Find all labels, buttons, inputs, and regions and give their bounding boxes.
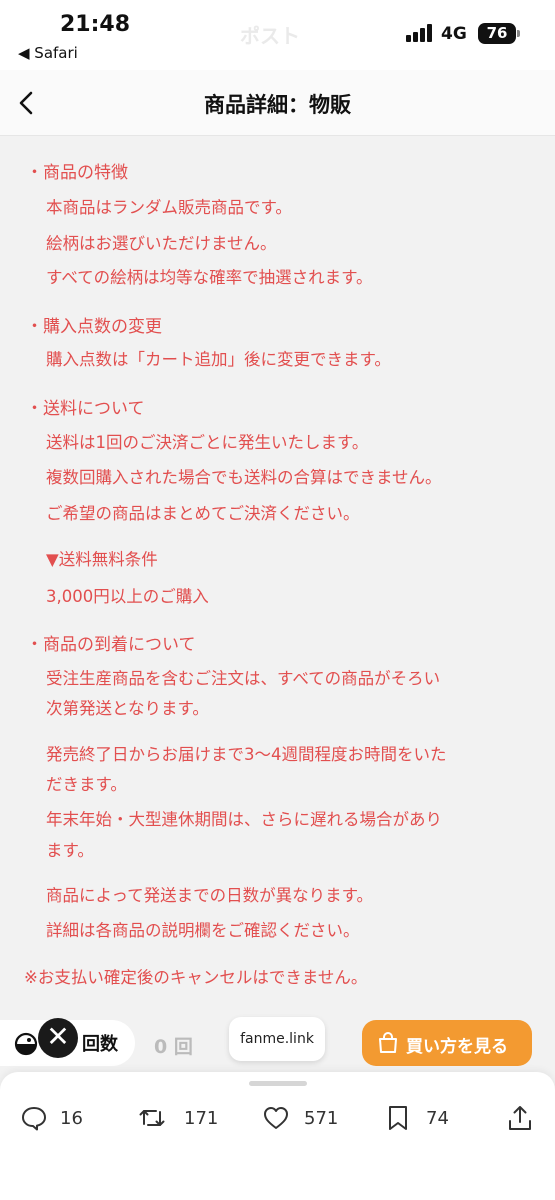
free-shipping-condition: 3,000円以上のご購入	[46, 587, 209, 606]
close-button[interactable]: ✕	[38, 1018, 78, 1058]
repost-icon	[139, 1110, 165, 1126]
post-action-bar: 16 171 571 74	[0, 1072, 555, 1200]
shipping-line: 送料は1回のご決済ごとに発生いたします。	[46, 433, 369, 452]
repost-count: 171	[184, 1108, 219, 1129]
arrival-line: 次第発送となります。	[46, 699, 209, 718]
how-to-buy-label: 買い方を見る	[406, 1037, 508, 1057]
count-label: 回数	[82, 1034, 118, 1055]
back-to-safari-link[interactable]: ◀ Safari	[18, 44, 78, 62]
count-value: 0 回	[154, 1036, 193, 1058]
shopping-bag-icon	[379, 1032, 397, 1053]
features-line: 本商品はランダム販売商品です。	[46, 198, 292, 217]
shipping-heading: ・送料について	[26, 399, 145, 419]
arrival-heading: ・商品の到着について	[26, 635, 196, 655]
cart-icon	[14, 1032, 38, 1056]
arrival-line: 年末年始・大型連休期間は、さらに遅れる場合があり	[46, 810, 442, 829]
faded-post-title: ポスト	[240, 24, 300, 48]
drag-handle[interactable]	[249, 1081, 307, 1086]
like-count: 571	[304, 1108, 339, 1129]
page-header: 商品詳細：物販	[0, 70, 555, 136]
shipping-line: ご希望の商品はまとめてご決済ください。	[46, 504, 360, 523]
arrival-line: 発売終了日からお届けまで3〜4週間程度お時間をいた	[46, 745, 447, 764]
page-title: 商品詳細：物販	[204, 93, 351, 117]
signal-icon	[406, 24, 434, 42]
product-detail-content: ・商品の特徴 本商品はランダム販売商品です。 絵柄はお選びいただけません。 すべ…	[0, 136, 555, 1016]
reply-count: 16	[60, 1108, 83, 1129]
bookmark-icon	[389, 1106, 407, 1130]
site-link-chip[interactable]: fanme.link	[229, 1017, 325, 1061]
arrival-line: 詳細は各商品の説明欄をご確認ください。	[46, 921, 360, 940]
arrival-line: 受注生産商品を含むご注文は、すべての商品がそろい	[46, 669, 441, 688]
bookmark-count: 74	[426, 1108, 449, 1129]
free-shipping-title: ▼送料無料条件	[46, 550, 158, 569]
how-to-buy-button[interactable]: 買い方を見る	[362, 1020, 532, 1066]
heart-icon	[264, 1107, 288, 1129]
cancellation-note: ※お支払い確定後のキャンセルはできません。	[24, 968, 368, 987]
battery-icon: 76	[478, 23, 520, 44]
quantity-heading: ・購入点数の変更	[26, 317, 162, 337]
network-type: 4G	[441, 24, 467, 44]
arrival-line: ます。	[46, 841, 94, 860]
share-icon	[509, 1106, 531, 1130]
reply-icon	[22, 1107, 46, 1131]
arrival-line: 商品によって発送までの日数が異なります。	[46, 886, 374, 905]
features-heading: ・商品の特徴	[26, 163, 128, 183]
quantity-line: 購入点数は「カート追加」後に変更できます。	[46, 350, 391, 369]
shipping-line: 複数回購入された場合でも送料の合算はできません。	[46, 468, 442, 487]
arrival-line: だきます。	[46, 775, 127, 794]
features-line: すべての絵柄は均等な確率で抽選されます。	[46, 268, 373, 287]
status-bar: 21:48 ◀ Safari ポスト 4G 76	[0, 0, 555, 70]
features-line: 絵柄はお選びいただけません。	[46, 234, 277, 253]
status-time: 21:48	[60, 12, 131, 37]
